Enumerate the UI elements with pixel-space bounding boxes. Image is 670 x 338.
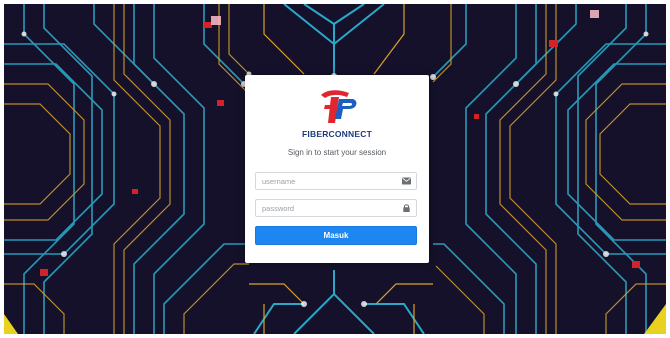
password-field bbox=[255, 199, 417, 217]
login-card: FIBERCONNECT Sign in to start your sessi… bbox=[245, 75, 429, 263]
lock-icon bbox=[403, 204, 410, 212]
username-input[interactable] bbox=[256, 173, 396, 189]
login-subtitle: Sign in to start your session bbox=[287, 148, 387, 157]
envelope-icon bbox=[402, 177, 411, 185]
password-input[interactable] bbox=[256, 200, 396, 216]
login-submit-button[interactable]: Masuk bbox=[255, 226, 417, 245]
username-field bbox=[255, 172, 417, 190]
fiberconnect-logo-icon bbox=[321, 90, 357, 123]
brand-name: FIBERCONNECT bbox=[302, 129, 372, 139]
